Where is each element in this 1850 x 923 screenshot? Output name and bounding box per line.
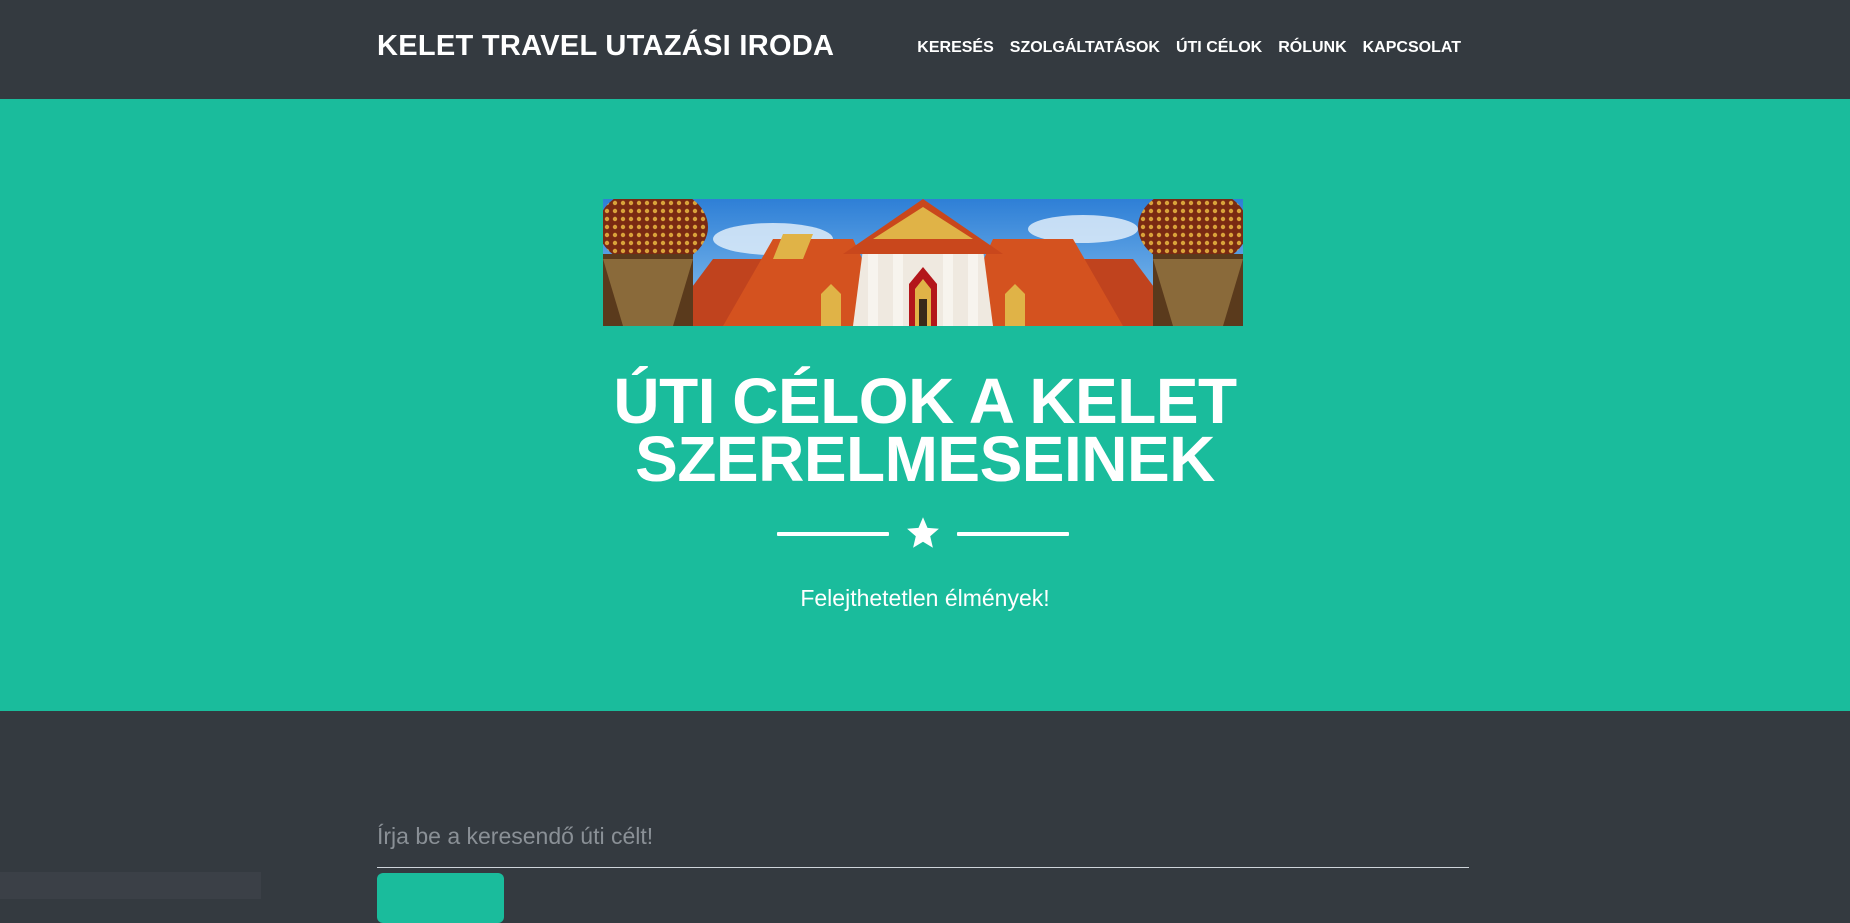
nav-link-kereses[interactable]: KERESÉS <box>917 39 993 57</box>
hero-title-line-2: SZERELMESEINEK <box>635 423 1215 495</box>
nav-item-kereses: KERESÉS <box>917 39 993 57</box>
nav-item-szolgaltatasok: SZOLGÁLTATÁSOK <box>1010 39 1160 57</box>
nav-item-rolunk: RÓLUNK <box>1278 39 1346 57</box>
nav-item-kapcsolat: KAPCSOLAT <box>1363 39 1461 57</box>
nav-links: KERESÉS SZOLGÁLTATÁSOK ÚTI CÉLOK RÓLUNK … <box>917 39 1461 57</box>
hero-subtitle: Felejthetetlen élmények! <box>800 585 1050 611</box>
star-icon <box>907 517 939 548</box>
nav-item-uti-celok: ÚTI CÉLOK <box>1176 39 1262 57</box>
divider-line-right <box>957 532 1069 536</box>
hero-temple-image <box>603 199 1243 326</box>
nav-link-szolgaltatasok[interactable]: SZOLGÁLTATÁSOK <box>1010 39 1160 57</box>
search-button[interactable] <box>377 873 504 923</box>
divider-line-left <box>777 532 889 536</box>
hero-title-line-1: ÚTI CÉLOK A KELET <box>613 365 1237 437</box>
main-navbar: KELET TRAVEL UTAZÁSI IRODA KERESÉS SZOLG… <box>0 0 1850 99</box>
brand-logo-link[interactable]: KELET TRAVEL UTAZÁSI IRODA <box>377 30 834 63</box>
nav-link-uti-celok[interactable]: ÚTI CÉLOK <box>1176 39 1262 57</box>
masthead: ÚTI CÉLOK A KELET SZERELMESEINEK Felejth… <box>0 99 1850 711</box>
search-section <box>0 711 1850 923</box>
nav-link-rolunk[interactable]: RÓLUNK <box>1278 39 1346 57</box>
hero-title: ÚTI CÉLOK A KELET SZERELMESEINEK <box>0 365 1850 495</box>
nav-link-kapcsolat[interactable]: KAPCSOLAT <box>1363 39 1461 57</box>
corner-widget <box>0 872 261 899</box>
hero-divider <box>777 515 1069 551</box>
destination-search-input[interactable] <box>377 811 1469 868</box>
